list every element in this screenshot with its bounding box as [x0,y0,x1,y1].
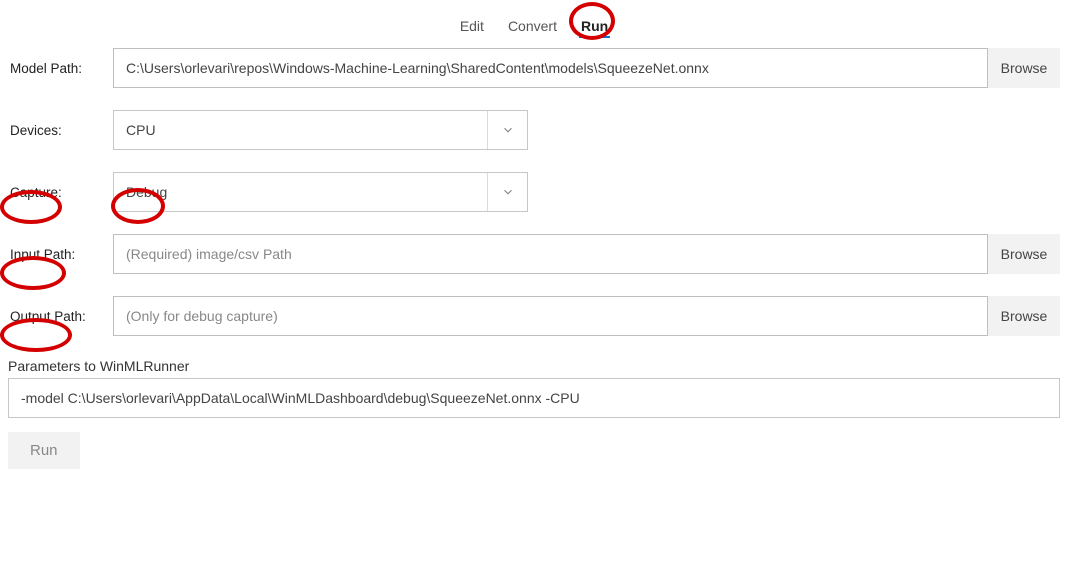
browse-output-path-button[interactable]: Browse [988,296,1060,336]
row-output-path: Output Path: Browse [8,296,1060,336]
tab-bar: Edit Convert Run [8,8,1060,48]
run-button[interactable]: Run [8,432,80,469]
row-input-path: Input Path: Browse [8,234,1060,274]
row-capture: Capture: Debug [8,172,1060,212]
browse-model-path-button[interactable]: Browse [988,48,1060,88]
label-capture: Capture: [8,185,113,200]
label-model-path: Model Path: [8,61,113,76]
devices-select[interactable]: CPU [113,110,528,150]
capture-select[interactable]: Debug [113,172,528,212]
label-output-path: Output Path: [8,309,113,324]
row-model-path: Model Path: Browse [8,48,1060,88]
parameters-input[interactable] [8,378,1060,418]
label-parameters: Parameters to WinMLRunner [8,358,1060,374]
tab-convert[interactable]: Convert [506,16,559,38]
capture-select-value: Debug [114,184,487,200]
label-devices: Devices: [8,123,113,138]
tab-run[interactable]: Run [579,16,610,38]
label-input-path: Input Path: [8,247,113,262]
model-path-input[interactable] [113,48,988,88]
input-path-input[interactable] [113,234,988,274]
chevron-down-icon [487,173,527,211]
chevron-down-icon [487,111,527,149]
devices-select-value: CPU [114,122,487,138]
browse-input-path-button[interactable]: Browse [988,234,1060,274]
form-area: Model Path: Browse Devices: CPU Capture:… [8,48,1060,469]
tab-edit[interactable]: Edit [458,16,486,38]
row-devices: Devices: CPU [8,110,1060,150]
output-path-input[interactable] [113,296,988,336]
